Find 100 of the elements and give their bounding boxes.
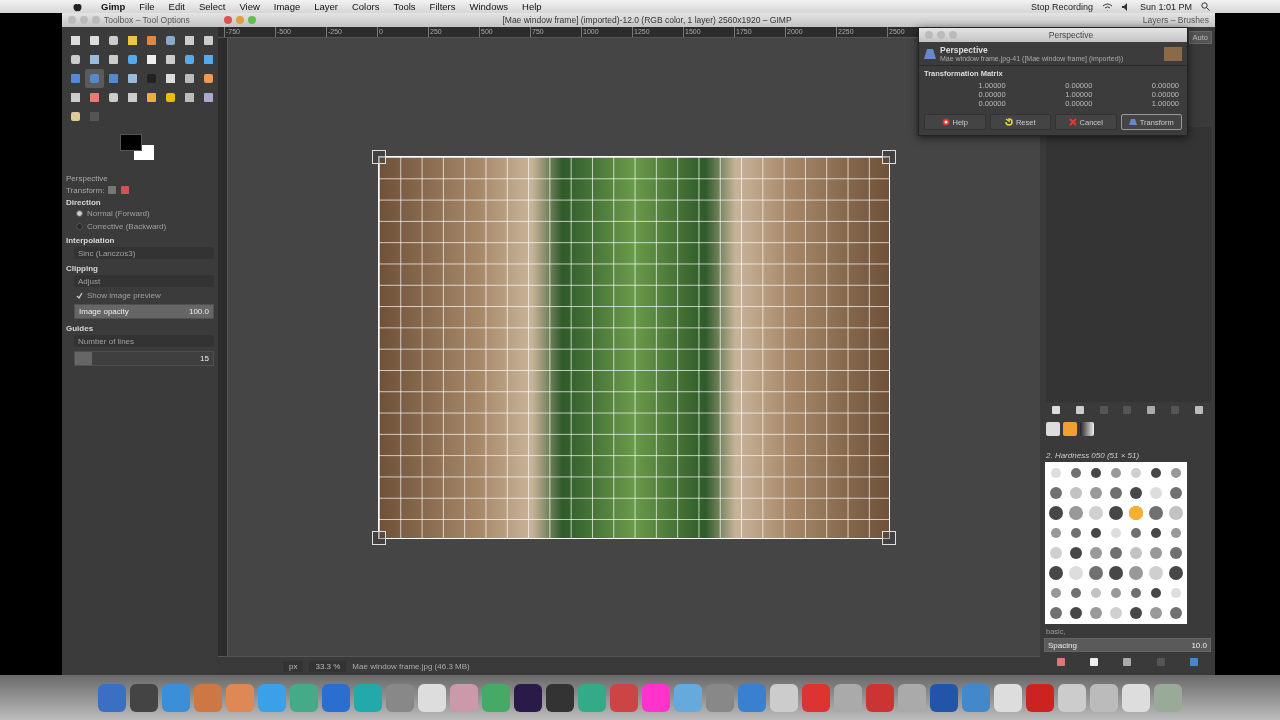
app-icon[interactable] bbox=[834, 683, 862, 712]
app-menu[interactable]: Gimp bbox=[94, 1, 133, 12]
transform-handle[interactable] bbox=[882, 530, 896, 545]
tool-icon bbox=[202, 34, 215, 47]
app-icon[interactable] bbox=[546, 683, 574, 712]
lines-slider[interactable]: 15 bbox=[74, 351, 214, 366]
transform-handle[interactable] bbox=[372, 530, 386, 545]
tool-icon bbox=[164, 91, 177, 104]
tool-icon bbox=[107, 72, 120, 85]
menu-item[interactable]: Colors bbox=[344, 1, 387, 12]
tool-icon bbox=[164, 53, 177, 66]
transform-handle[interactable] bbox=[882, 149, 896, 164]
wifi-icon[interactable] bbox=[1101, 2, 1113, 11]
app-icon[interactable] bbox=[1154, 683, 1182, 712]
image-thumbnail bbox=[1164, 46, 1182, 61]
guides-dropdown[interactable]: Number of lines bbox=[74, 335, 214, 347]
app-icon[interactable] bbox=[418, 683, 446, 712]
tool-icon bbox=[126, 34, 139, 47]
checkbox-label: Show image preview bbox=[87, 291, 161, 300]
tool-icon bbox=[88, 53, 101, 66]
zoom-dropdown[interactable]: 33.3 % bbox=[309, 660, 347, 672]
tool-icon bbox=[88, 72, 101, 85]
tool-icon bbox=[69, 53, 82, 66]
color-swatch[interactable] bbox=[120, 134, 154, 160]
status-message: Mae window frame.jpg (46.3 MB) bbox=[352, 661, 470, 671]
tool-icon bbox=[88, 34, 101, 47]
check-icon[interactable] bbox=[76, 292, 83, 299]
menu-item[interactable]: Filters bbox=[422, 1, 463, 12]
radio-button[interactable] bbox=[76, 223, 83, 230]
tool-icon bbox=[107, 53, 120, 66]
menu-item[interactable]: Image bbox=[266, 1, 308, 12]
app-icon[interactable] bbox=[1058, 683, 1086, 712]
tool-icon bbox=[202, 91, 215, 104]
transform-label: Transform: bbox=[66, 185, 105, 195]
unit-dropdown[interactable]: px bbox=[283, 660, 304, 672]
close-icon bbox=[1068, 118, 1077, 126]
menu-bar-clock[interactable]: Sun 1:01 PM bbox=[1139, 1, 1192, 12]
menu-item[interactable]: Select bbox=[191, 1, 233, 12]
tool-icon bbox=[145, 53, 158, 66]
tool-icon bbox=[107, 34, 120, 47]
section-label: Guides bbox=[66, 324, 95, 333]
panel-title: Perspective bbox=[66, 174, 109, 183]
dialog-title: Perspective bbox=[1048, 30, 1094, 40]
clipping-dropdown[interactable]: Adjust bbox=[74, 275, 214, 287]
tool-icon bbox=[69, 91, 82, 104]
transform-handle[interactable] bbox=[372, 149, 386, 164]
brush-name: 2. Hardness 050 (51 × 51) bbox=[1045, 450, 1141, 462]
menu-item[interactable]: Help bbox=[515, 1, 549, 12]
brush-grid-drawing[interactable] bbox=[1045, 462, 1187, 624]
app-icon[interactable] bbox=[770, 683, 798, 712]
tool-icon bbox=[145, 72, 158, 85]
tool-icon bbox=[126, 72, 139, 85]
tool-icon bbox=[164, 72, 177, 85]
search-icon[interactable] bbox=[1201, 2, 1210, 11]
menu-item[interactable]: Edit bbox=[161, 1, 192, 12]
menu-item[interactable]: Layer bbox=[307, 1, 345, 12]
app-icon[interactable] bbox=[130, 683, 158, 712]
tool-icon bbox=[183, 91, 196, 104]
window-title: [Mae window frame] (imported)-12.0 (RGB color, 1 layer) 2560x1920 – GIMP bbox=[502, 15, 792, 25]
gradient-tab[interactable] bbox=[1080, 422, 1094, 436]
tool-icon bbox=[145, 34, 158, 47]
section-label: Clipping bbox=[66, 264, 99, 273]
radio-label: Corrective (Backward) bbox=[87, 222, 167, 231]
perspective-icon bbox=[924, 47, 936, 60]
app-icon[interactable] bbox=[994, 683, 1022, 712]
window-title: Layers – Brushes bbox=[1142, 15, 1209, 25]
tool-icon bbox=[183, 34, 196, 47]
tool-icon bbox=[69, 34, 82, 47]
tool-icon bbox=[145, 91, 158, 104]
help-icon bbox=[941, 118, 950, 126]
tool-icon bbox=[107, 91, 120, 104]
tool-icon bbox=[88, 91, 101, 104]
menu-item[interactable]: Tools bbox=[386, 1, 423, 12]
opacity-slider[interactable]: Image opacity 100.0 bbox=[74, 304, 214, 319]
tool-icon bbox=[202, 72, 215, 85]
recording-status[interactable]: Stop Recording bbox=[1030, 1, 1093, 12]
menu-item[interactable]: Windows bbox=[462, 1, 516, 12]
app-icon[interactable] bbox=[930, 683, 958, 712]
app-icon[interactable] bbox=[674, 683, 702, 712]
tool-icon bbox=[88, 110, 101, 123]
window-title: Toolbox – Tool Options bbox=[104, 15, 190, 25]
tool-icon bbox=[126, 91, 139, 104]
app-icon[interactable] bbox=[1122, 683, 1150, 712]
tool-icon bbox=[164, 34, 177, 47]
app-icon[interactable] bbox=[1090, 683, 1118, 712]
spacing-slider[interactable]: Spacing 10.0 bbox=[1044, 638, 1211, 652]
section-label: Direction bbox=[66, 198, 102, 207]
menu-item[interactable]: File bbox=[132, 1, 162, 12]
apple-logo-icon[interactable] bbox=[73, 1, 82, 12]
tool-icon bbox=[126, 53, 139, 66]
interpolation-dropdown[interactable]: Sinc (Lanczos3) bbox=[74, 247, 214, 259]
app-icon[interactable] bbox=[898, 683, 926, 712]
dialog-heading: Perspective bbox=[940, 45, 989, 55]
menu-item[interactable]: View bbox=[232, 1, 267, 12]
app-icon[interactable] bbox=[450, 683, 478, 712]
app-icon[interactable] bbox=[226, 683, 254, 712]
tool-icon bbox=[69, 72, 82, 85]
tool-icon bbox=[183, 53, 196, 66]
radio-button[interactable] bbox=[76, 210, 83, 217]
app-icon[interactable] bbox=[514, 683, 542, 712]
